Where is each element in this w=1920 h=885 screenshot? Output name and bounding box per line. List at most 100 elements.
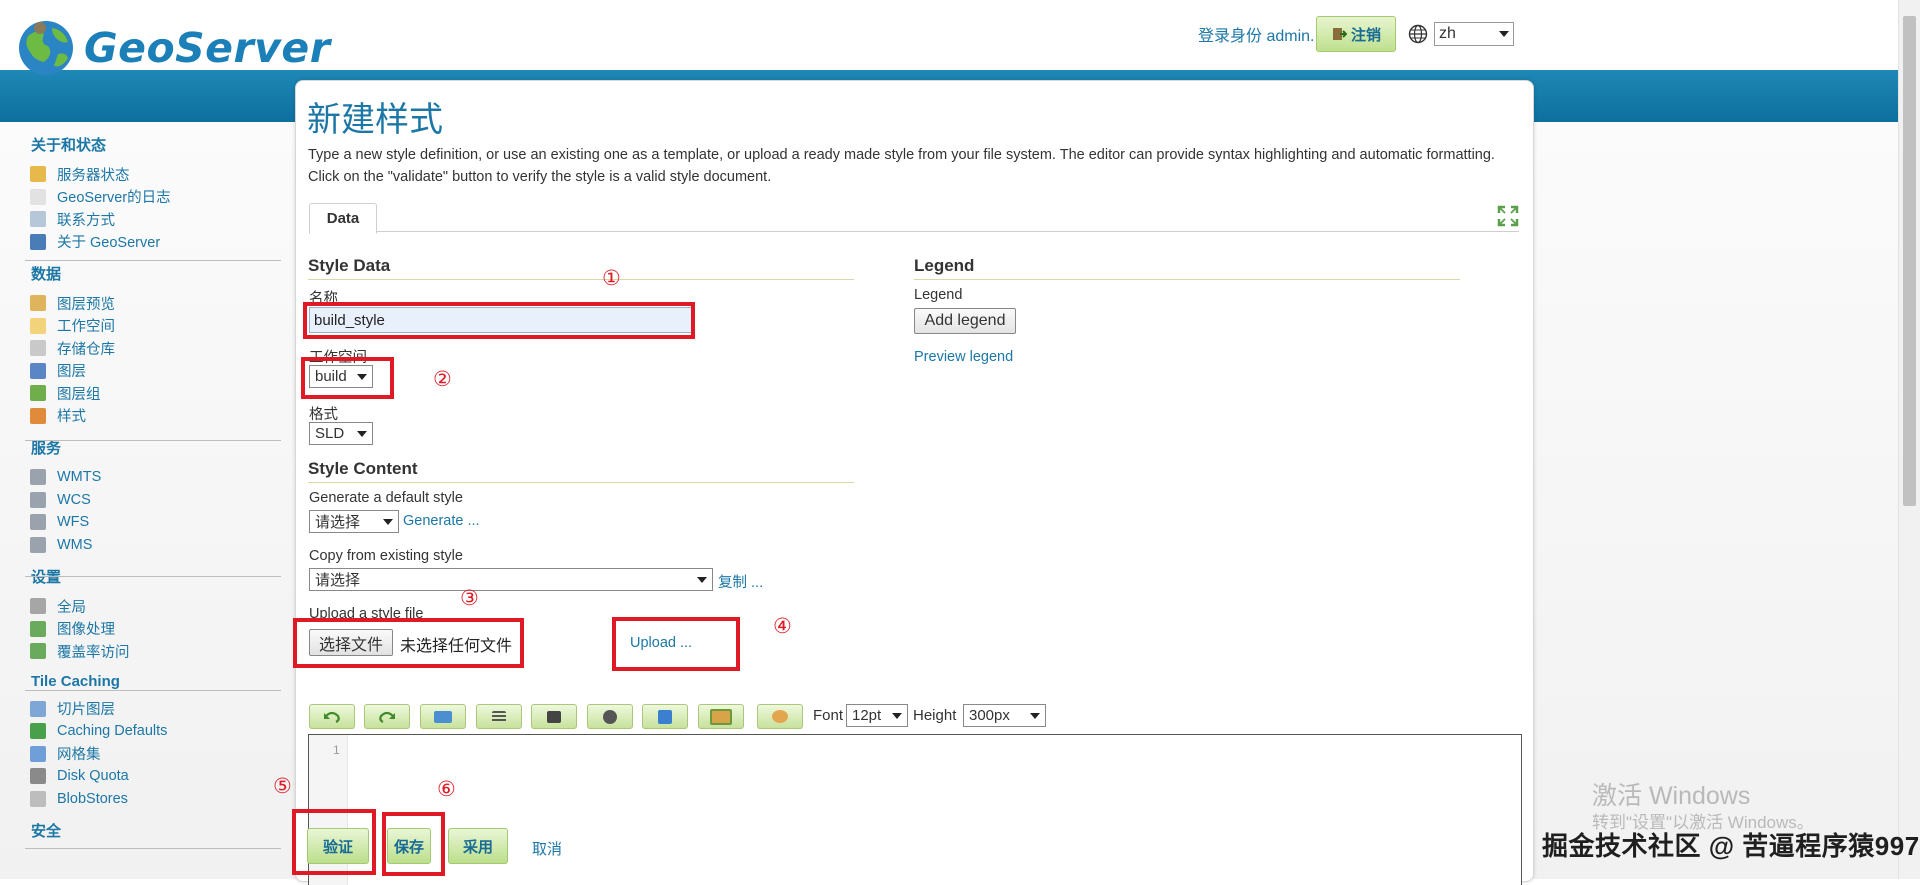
sidebar-item[interactable]: 存储仓库 [30,337,282,360]
palette-icon [772,710,788,723]
caching-defaults-icon [30,723,46,740]
apply-button[interactable]: 采用 [448,828,508,864]
legend-heading: Legend [914,256,975,275]
sidebar-item-label: 工作空间 [57,319,115,336]
heading-underline [308,279,854,280]
insert-image-icon [434,710,452,723]
cancel-link[interactable]: 取消 [532,838,562,859]
expand-icon[interactable] [1497,205,1519,227]
legend-label: Legend [914,287,963,303]
sidebar-item[interactable]: 图层 [30,360,282,383]
sidebar-item[interactable]: 图层组 [30,382,282,405]
add-legend-button[interactable]: Add legend [914,308,1016,334]
sidebar-item-label: 图像处理 [57,622,115,639]
sidebar-item[interactable]: 全局 [30,595,282,618]
heading-underline [914,279,1460,280]
preview-button[interactable] [698,704,744,729]
sidebar-item-label: Caching Defaults [57,723,168,740]
coverage-style-icon [658,709,672,724]
sidebar-item-label: 关于 GeoServer [57,235,161,252]
copy-style-select[interactable]: 请选择 [309,568,713,591]
sidebar-divider [25,440,281,441]
language-select[interactable]: zh [1434,22,1514,46]
page-description: Type a new style definition, or use an e… [308,147,1495,185]
sidebar-item[interactable]: 切片图层 [30,698,282,721]
sidebar-item-label: 图层预览 [57,296,115,313]
color-picker-icon [547,710,561,723]
scrollbar[interactable] [1898,0,1920,879]
logout-icon [1332,28,1347,40]
format-select[interactable]: SLD [309,422,373,445]
search-button[interactable] [587,704,633,729]
annotation-box-name [303,302,695,339]
annotation-number: ⑥ [437,778,456,801]
annotation-box-workspace [301,357,394,399]
sidebar-item[interactable]: BlobStores [30,788,282,811]
scrollbar-thumb[interactable] [1903,16,1916,506]
contact-icon [30,211,46,228]
sidebar-item-label: 网格集 [57,747,101,764]
sidebar-section-title: 数据 [31,266,62,283]
sidebar-divider [25,848,281,849]
sidebar-item[interactable]: Caching Defaults [30,720,282,743]
sidebar-item[interactable]: 工作空间 [30,315,282,338]
editor-height-select[interactable]: 300px [963,704,1046,727]
sidebar-item[interactable]: WMTS [30,466,282,489]
sidebar-section: 关于和状态 服务器状态 GeoServer的日志 联系方式 关于 GeoServer [30,134,282,253]
copy-link[interactable]: 复制 ... [718,571,763,592]
layer-group-icon [30,385,46,402]
insert-image-button[interactable] [420,704,466,729]
redo-button[interactable] [364,704,410,729]
palette-button[interactable] [757,704,803,729]
preview-legend-link[interactable]: Preview legend [914,349,1013,365]
search-icon [603,709,617,724]
styles-icon [30,407,46,424]
font-size-select[interactable]: 12pt [846,704,908,727]
annotation-number: ② [433,368,452,391]
sidebar-item[interactable]: 样式 [30,405,282,428]
annotation-box-save [382,812,445,876]
format-button[interactable] [476,704,522,729]
sidebar-item-label: 联系方式 [57,212,115,229]
wmts-icon [30,469,46,486]
tab-data[interactable]: Data [309,203,377,234]
sidebar-item[interactable]: WCS [30,489,282,512]
undo-button[interactable] [309,704,355,729]
sidebar-item[interactable]: 图像处理 [30,618,282,641]
color-picker-button[interactable] [531,704,577,729]
page-title: 新建样式 [307,101,443,139]
sidebar-item[interactable]: WMS [30,534,282,557]
sidebar-item-label: WMTS [57,469,102,486]
sidebar-item[interactable]: 联系方式 [30,208,282,231]
chevron-down-icon [1499,31,1509,37]
generate-select[interactable]: 请选择 [309,510,399,533]
sidebar-item[interactable]: GeoServer的日志 [30,186,282,209]
sidebar-item-label: 样式 [57,409,86,426]
annotation-box-file [293,618,524,668]
login-status: 登录身份 admin. [1198,28,1315,45]
sidebar-item[interactable]: 服务器状态 [30,163,282,186]
logout-button[interactable]: 注销 [1316,16,1396,52]
sidebar-item[interactable]: 图层预览 [30,292,282,315]
annotation-number: ⑤ [273,775,292,798]
sidebar-item[interactable]: 关于 GeoServer [30,231,282,254]
undo-icon [324,711,340,723]
sidebar-item[interactable]: 网格集 [30,743,282,766]
blobstores-icon [30,790,46,807]
sidebar: 关于和状态 服务器状态 GeoServer的日志 联系方式 关于 GeoServer 数据… [30,130,282,851]
copy-select-value: 请选择 [315,572,361,589]
sidebar-item[interactable]: WFS [30,511,282,534]
geoserver-logo[interactable]: GeoServer [14,14,330,80]
coverage-style-button[interactable] [642,704,688,729]
font-label: Font [813,707,844,724]
line-number: 1 [333,743,340,757]
generate-link[interactable]: Generate ... [403,513,480,529]
editor-height-value: 300px [969,707,1010,724]
sidebar-divider [25,260,281,261]
sidebar-item-label: WCS [57,491,91,508]
sidebar-item[interactable]: Disk Quota [30,765,282,788]
chevron-down-icon [383,518,393,525]
sidebar-section: Tile Caching 切片图层 Caching Defaults 网格集 Disk … [30,673,282,811]
sidebar-divider [25,690,281,691]
sidebar-item[interactable]: 覆盖率访问 [30,640,282,663]
